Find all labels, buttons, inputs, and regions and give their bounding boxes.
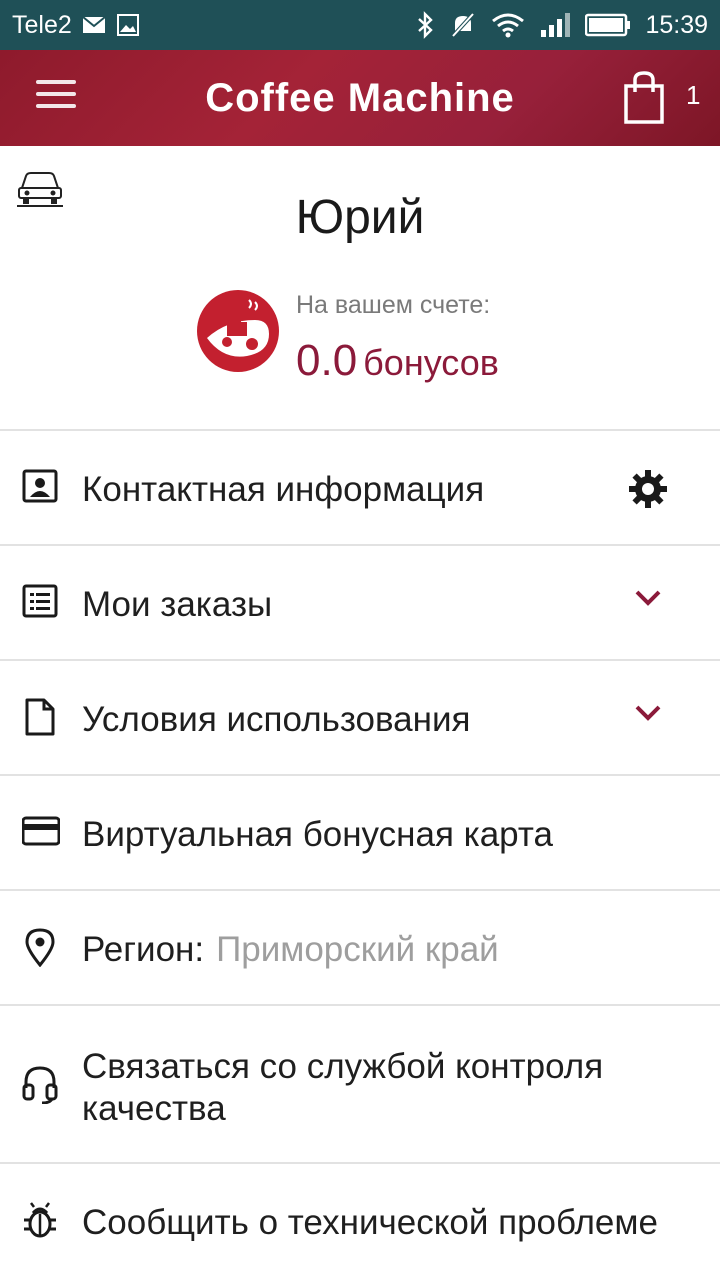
credit-card-icon <box>21 812 61 852</box>
menu-item-virtual-card[interactable]: Виртуальная бонусная карта <box>0 774 720 889</box>
mute-icon <box>449 11 477 39</box>
menu-item-label: Сообщить о технической проблеме <box>82 1203 658 1242</box>
menu-item-quality-support[interactable]: Связаться со службой контроля качества <box>0 1004 720 1162</box>
cart-count-badge: 1 <box>686 80 701 110</box>
menu-item-region[interactable]: Регион: Приморский край <box>0 889 720 1004</box>
profile-section: Юрий На вашем счете: 0.0 бонусов <box>0 146 720 430</box>
menu-item-label: Связаться со службой контроля качества <box>82 1047 604 1128</box>
region-value: Приморский край <box>216 930 499 969</box>
list-icon <box>22 582 58 622</box>
clock: 15:39 <box>645 10 708 39</box>
bug-icon <box>22 1200 58 1240</box>
app-header: Coffee Machine 1 <box>0 50 720 146</box>
location-pin-icon <box>22 927 58 968</box>
mail-icon <box>82 15 106 35</box>
menu-item-my-orders[interactable]: Мои заказы <box>0 544 720 659</box>
chevron-down-icon[interactable] <box>632 582 664 614</box>
document-icon <box>22 697 58 737</box>
account-menu-list: Контактная информация Мои заказы Условия… <box>0 429 720 1277</box>
menu-item-report-bug[interactable]: Сообщить о технической проблеме <box>0 1162 720 1277</box>
bluetooth-icon <box>415 11 435 39</box>
menu-item-label: Регион: Приморский край <box>82 929 499 971</box>
gallery-icon <box>116 13 140 37</box>
menu-item-terms[interactable]: Условия использования <box>0 659 720 774</box>
balance-value: 0.0 бонусов <box>296 336 499 386</box>
user-name: Юрий <box>295 191 425 244</box>
menu-item-label: Виртуальная бонусная карта <box>82 815 553 854</box>
menu-item-label: Мои заказы <box>82 585 273 624</box>
balance-amount: 0.0 <box>296 336 358 385</box>
app-title: Coffee Machine <box>205 76 515 120</box>
menu-item-label: Контактная информация <box>82 470 485 509</box>
region-label: Регион: <box>82 930 205 969</box>
menu-item-contact-info[interactable]: Контактная информация <box>0 429 720 544</box>
headset-icon <box>22 1064 58 1105</box>
hamburger-menu-icon[interactable] <box>36 80 76 116</box>
wifi-icon <box>491 12 525 38</box>
status-bar: Tele2 15:39 <box>0 0 720 50</box>
contact-card-icon <box>22 467 58 507</box>
carrier-name: Tele2 <box>12 10 72 39</box>
balance-label: На вашем счете: <box>296 291 491 319</box>
chevron-down-icon[interactable] <box>632 697 664 729</box>
battery-icon <box>585 13 631 37</box>
balance-unit: бонусов <box>363 342 499 383</box>
coffee-machine-logo-icon <box>197 290 279 372</box>
shopping-bag-icon[interactable] <box>622 70 670 126</box>
settings-gear-icon[interactable] <box>628 469 668 509</box>
signal-icon <box>539 12 571 38</box>
menu-item-label: Условия использования <box>82 700 471 739</box>
